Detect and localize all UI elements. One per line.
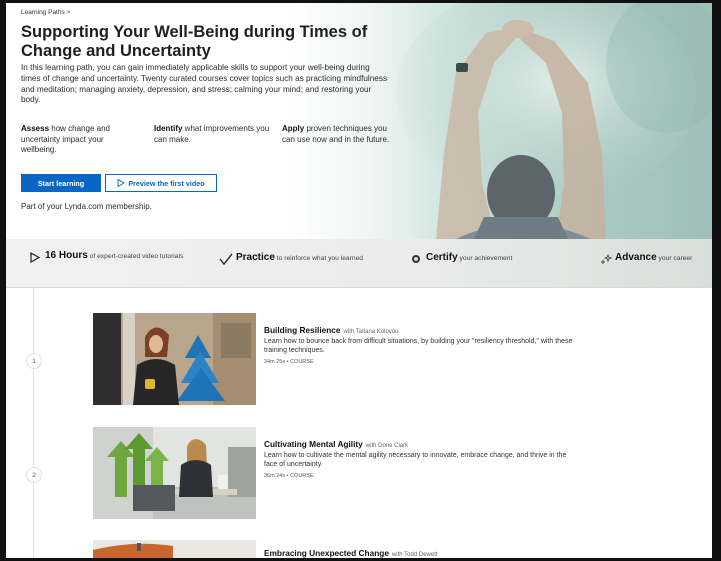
course-thumbnail-embracing-unexpected-change[interactable] xyxy=(93,540,256,561)
certificate-icon xyxy=(412,255,420,263)
course-timeline xyxy=(33,287,34,558)
course-number: 2 xyxy=(26,467,42,483)
feature-apply: Apply proven techniques you can use now … xyxy=(282,124,390,144)
feature-assess: Assess how change and uncertainty impact… xyxy=(21,124,110,155)
benefits-band: 16 Hours of expert-created video tutoria… xyxy=(6,239,712,288)
benefit-hours: 16 Hours of expert-created video tutoria… xyxy=(45,250,184,261)
play-outline-icon xyxy=(30,252,40,263)
play-icon xyxy=(117,179,126,187)
page-title: Supporting Your Well-Being during Times … xyxy=(21,23,368,60)
course-duration: 34m 25s • COURSE xyxy=(264,359,314,365)
hero-section: Learning Paths > Supporting Your Well-Be… xyxy=(6,3,712,239)
start-learning-button[interactable]: Start learning xyxy=(21,174,101,192)
page-frame: Learning Paths > Supporting Your Well-Be… xyxy=(0,0,721,561)
membership-note: Part of your Lynda.com membership. xyxy=(21,202,152,211)
course-thumbnail-building-resilience[interactable] xyxy=(93,313,256,405)
course-number: 1 xyxy=(26,353,42,369)
benefit-practice: Practice to reinforce what you learned xyxy=(236,252,364,263)
course-description: Learn how to bounce back from difficult … xyxy=(264,338,573,354)
course-description: Learn how to cultivate the mental agilit… xyxy=(264,452,567,468)
course-title-cultivating-mental-agility[interactable]: Cultivating Mental Agility with Dorie Cla… xyxy=(264,439,408,449)
benefit-advance: Advance your career xyxy=(615,252,693,263)
preview-video-label: Preview the first video xyxy=(128,178,205,188)
path-description: In this learning path, you can gain imme… xyxy=(21,63,388,105)
checkmark-icon xyxy=(219,253,233,265)
course-title-embracing-unexpected-change[interactable]: Embracing Unexpected Change with Todd Dew… xyxy=(264,548,438,558)
course-duration: 36m 24s • COURSE xyxy=(264,473,314,479)
course-title-building-resilience[interactable]: Building Resilience with Tatiana Kolovou xyxy=(264,325,398,335)
sparkle-icon xyxy=(601,254,612,264)
preview-video-button[interactable]: Preview the first video xyxy=(105,174,217,192)
feature-identify: Identify what improvements you can make. xyxy=(154,124,270,144)
breadcrumb[interactable]: Learning Paths > xyxy=(21,9,70,16)
benefit-certify: Certify your achievement xyxy=(426,252,513,263)
course-thumbnail-cultivating-mental-agility[interactable] xyxy=(93,427,256,519)
